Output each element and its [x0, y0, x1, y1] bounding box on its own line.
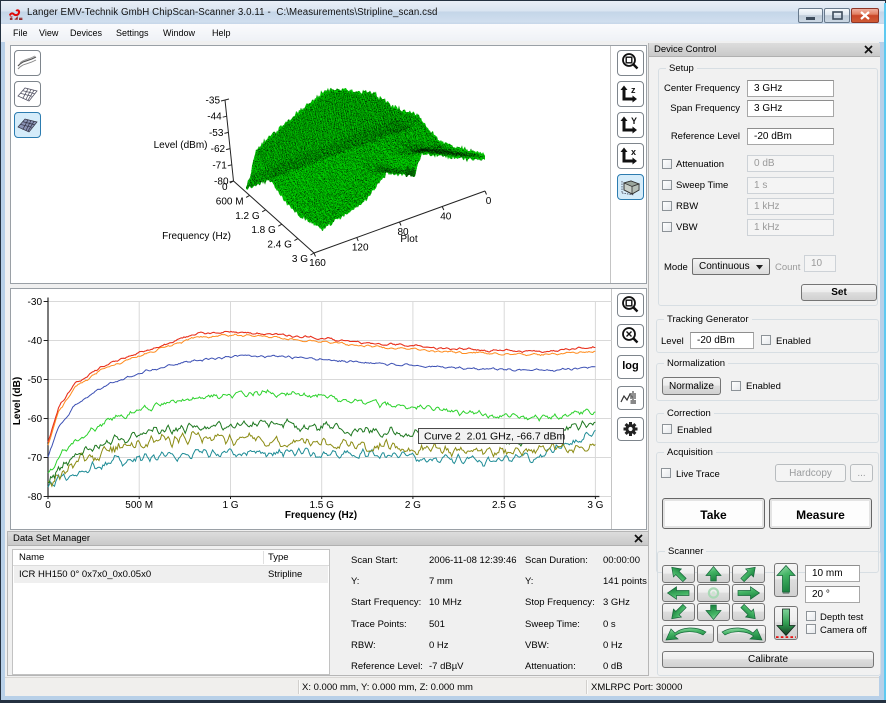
svg-text:-70: -70: [28, 453, 43, 464]
svg-text:-60: -60: [28, 414, 43, 425]
svg-text:-71: -71: [212, 160, 227, 171]
svg-text:-53: -53: [209, 128, 224, 139]
svg-text:3 G: 3 G: [587, 500, 603, 511]
svg-text:160: 160: [309, 258, 326, 269]
svg-text:120: 120: [352, 243, 369, 254]
svg-text:x: x: [631, 147, 636, 157]
svg-text:Curve 2 2.01 GHz, -66.7 dBm: Curve 2 2.01 GHz, -66.7 dBm: [424, 431, 565, 443]
svg-text:-50: -50: [28, 375, 43, 386]
svg-text:z: z: [631, 85, 636, 95]
svg-text:Level (dB): Level (dB): [12, 377, 23, 425]
svg-text:-80: -80: [28, 492, 43, 503]
svg-text:1.2 G: 1.2 G: [235, 211, 260, 222]
svg-text:1.8 G: 1.8 G: [251, 225, 276, 236]
svg-text:0: 0: [222, 182, 228, 193]
svg-text:2.5 G: 2.5 G: [492, 500, 517, 511]
svg-text:0: 0: [486, 196, 492, 207]
svg-text:Frequency (Hz): Frequency (Hz): [162, 231, 231, 242]
svg-text:0: 0: [45, 500, 51, 511]
svg-text:Plot: Plot: [400, 234, 417, 245]
svg-text:-44: -44: [207, 112, 222, 123]
svg-text:500 M: 500 M: [125, 500, 153, 511]
svg-text:-35: -35: [206, 96, 221, 107]
svg-text:1 G: 1 G: [222, 500, 238, 511]
svg-text:Y: Y: [631, 116, 637, 126]
svg-text:600 M: 600 M: [216, 196, 244, 207]
svg-text:-62: -62: [211, 144, 226, 155]
svg-text:Frequency (Hz): Frequency (Hz): [285, 510, 357, 521]
svg-text:2 G: 2 G: [405, 500, 421, 511]
svg-text:-30: -30: [28, 297, 43, 308]
svg-text:3 G: 3 G: [292, 254, 308, 265]
svg-text:2.4 G: 2.4 G: [267, 240, 292, 251]
svg-text:-40: -40: [28, 336, 43, 347]
svg-text:40: 40: [440, 212, 452, 223]
svg-text:Level (dBm): Level (dBm): [154, 140, 208, 151]
